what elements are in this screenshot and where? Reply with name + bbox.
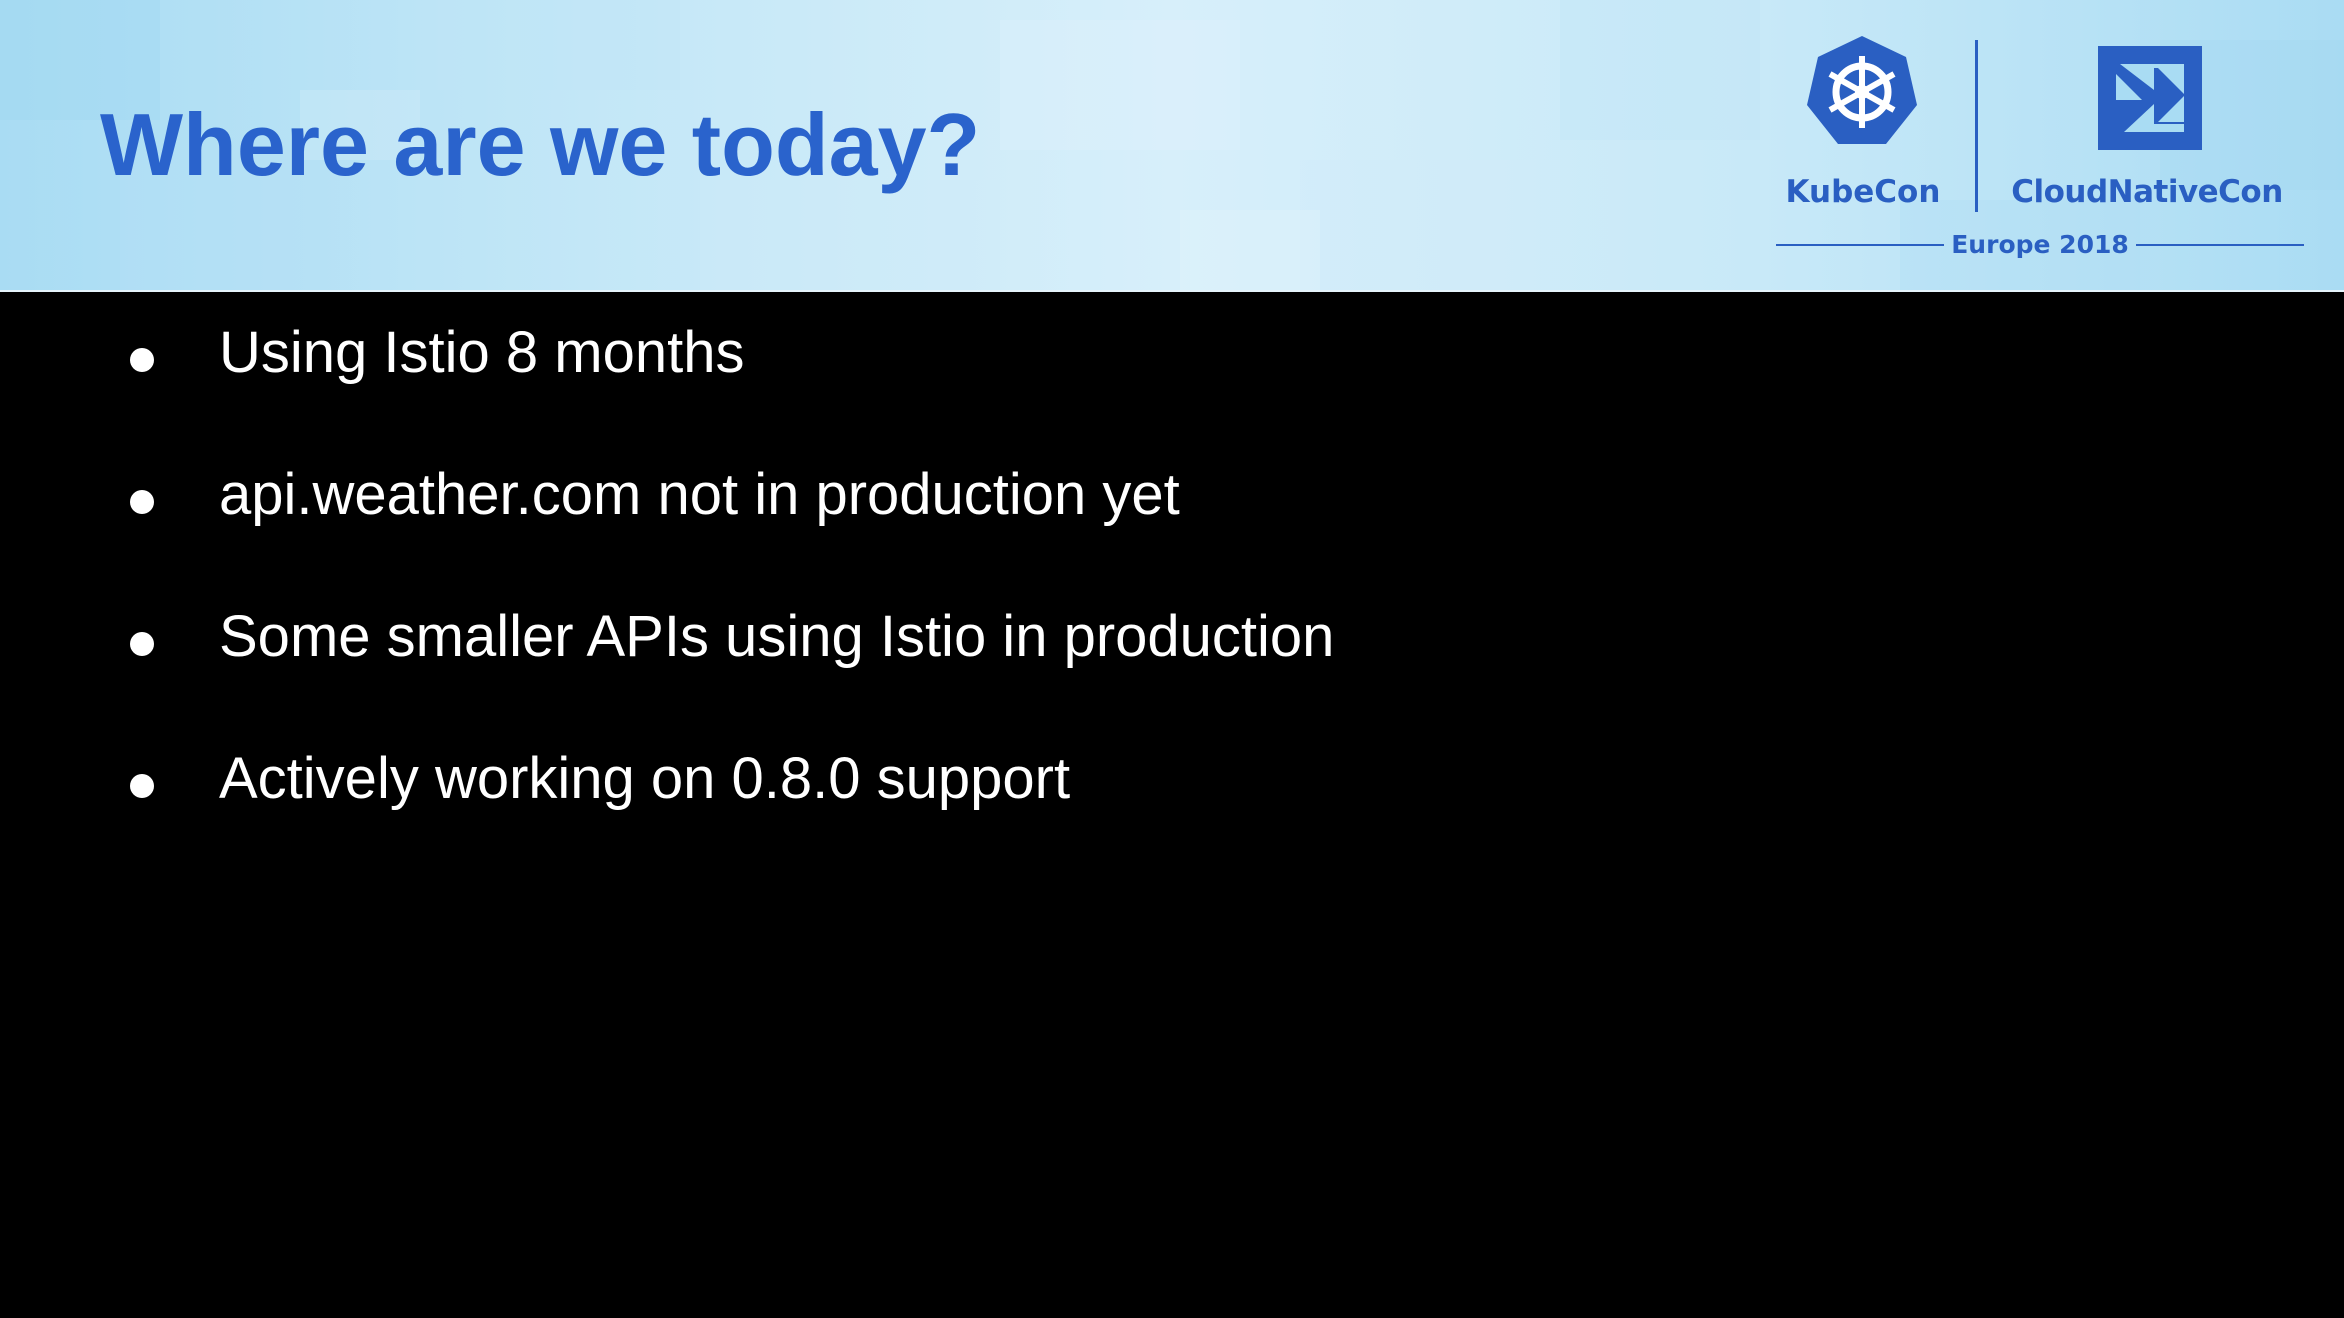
bullet-item: Using Istio 8 months — [0, 298, 2344, 440]
event-label: Europe 2018 — [1951, 230, 2129, 259]
cloudnativecon-label: CloudNativeCon — [2011, 174, 2283, 210]
bullet-dot-icon — [130, 774, 154, 798]
bullet-item: Actively working on 0.8.0 support — [0, 724, 2344, 866]
bullet-item: Some smaller APIs using Istio in product… — [0, 582, 2344, 724]
kubecon-cloudnativecon-logo: KubeCon CloudNativeCon Europe 2018 — [1770, 30, 2310, 270]
cncf-logo-icon — [2098, 46, 2202, 150]
slide-header: Where are we today? KubeCon CloudNativeC… — [0, 0, 2344, 292]
event-rule-right — [2136, 244, 2304, 246]
bullet-text: api.weather.com not in production yet — [219, 462, 1180, 527]
kubecon-label: KubeCon — [1785, 174, 1941, 210]
bullet-text: Actively working on 0.8.0 support — [219, 746, 1071, 811]
slide: Where are we today? KubeCon CloudNativeC… — [0, 0, 2344, 1318]
bullet-dot-icon — [130, 348, 154, 372]
logo-divider — [1975, 40, 1978, 212]
bullet-item: api.weather.com not in production yet — [0, 440, 2344, 582]
bullet-list: Using Istio 8 months api.weather.com not… — [0, 298, 2344, 866]
slide-title: Where are we today? — [100, 95, 981, 194]
bullet-text: Some smaller APIs using Istio in product… — [219, 604, 1335, 669]
bullet-dot-icon — [130, 490, 154, 514]
kubernetes-helm-icon — [1807, 36, 1917, 144]
event-rule-left — [1776, 244, 1944, 246]
bullet-dot-icon — [130, 632, 154, 656]
bullet-text: Using Istio 8 months — [219, 320, 745, 385]
